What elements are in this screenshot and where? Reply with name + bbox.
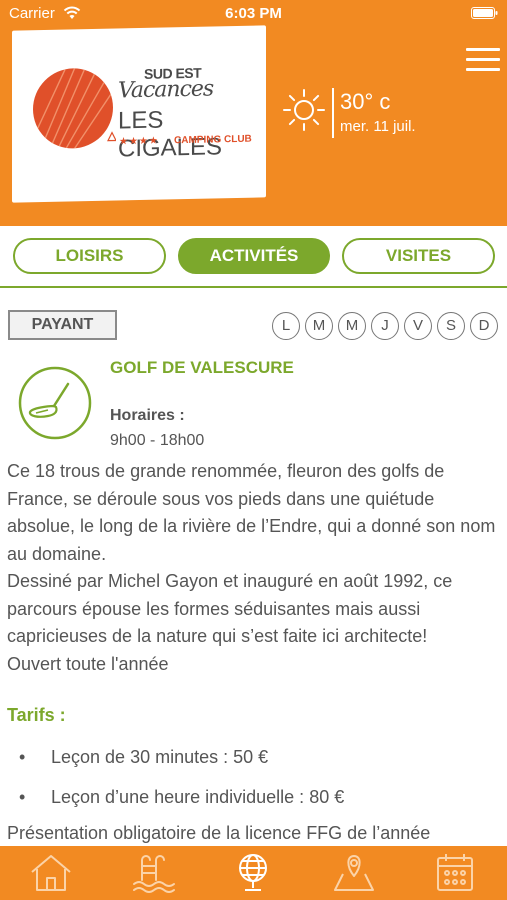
list-item: • Leçon de 30 minutes : 50 € bbox=[19, 747, 269, 767]
day-wednesday: M bbox=[338, 312, 366, 340]
temperature: 30° c bbox=[340, 89, 391, 114]
calendar-icon[interactable] bbox=[432, 850, 478, 896]
price-badge: PAYANT bbox=[8, 310, 117, 340]
day-thursday: J bbox=[371, 312, 399, 340]
camping-logo[interactable]: SUD EST Vacances LES CIGALES ★★★★ CAMPIN… bbox=[12, 25, 266, 203]
day-sunday: D bbox=[470, 312, 498, 340]
hamburger-icon[interactable] bbox=[466, 48, 500, 74]
tab-visites[interactable]: VISITES bbox=[342, 238, 495, 274]
tab-activites[interactable]: ACTIVITÉS bbox=[178, 238, 330, 274]
battery-icon bbox=[471, 7, 498, 19]
footer-note: Présentation obligatoire de la licence F… bbox=[7, 823, 431, 843]
golf-icon bbox=[18, 366, 92, 440]
tabs-divider bbox=[0, 286, 507, 288]
activity-title: GOLF DE VALESCURE bbox=[110, 358, 294, 377]
hours-value: 9h00 - 18h00 bbox=[110, 432, 205, 449]
app-header: SUD EST Vacances LES CIGALES ★★★★ CAMPIN… bbox=[0, 25, 507, 226]
day-tuesday: M bbox=[305, 312, 333, 340]
clock: 6:03 PM bbox=[225, 5, 282, 22]
tarif-text: Leçon de 30 minutes : 50 € bbox=[51, 747, 269, 767]
brand-subtitle: CAMPING CLUB bbox=[174, 133, 252, 147]
home-icon[interactable] bbox=[28, 850, 74, 896]
day-monday: L bbox=[272, 312, 300, 340]
category-tabs: LOISIRS ACTIVITÉS VISITES bbox=[0, 226, 507, 286]
description-text: Ce 18 trous de grande renommée, fleuron … bbox=[7, 461, 496, 674]
activity-description: Ce 18 trous de grande renommée, fleuron … bbox=[7, 458, 502, 678]
weather-divider bbox=[332, 88, 334, 138]
hours-label: Horaires : bbox=[110, 407, 185, 424]
day-friday: V bbox=[404, 312, 432, 340]
status-bar: Carrier 6:03 PM bbox=[0, 0, 507, 26]
weather-date: mer. 11 juil. bbox=[340, 118, 416, 135]
brand-script: Vacances bbox=[118, 76, 214, 104]
sunset-logo-icon bbox=[33, 67, 116, 150]
tarif-list: • Leçon de 30 minutes : 50 € • Leçon d’une… bbox=[0, 740, 507, 820]
tab-loisirs[interactable]: LOISIRS bbox=[13, 238, 166, 274]
globe-icon[interactable] bbox=[230, 850, 276, 896]
tarifs-label: Tarifs : bbox=[7, 705, 66, 725]
day-saturday: S bbox=[437, 312, 465, 340]
tarif-text: Leçon d’une heure individuelle : 80 € bbox=[51, 787, 345, 807]
bottom-nav bbox=[0, 846, 507, 900]
rating-stars: ★★★★ bbox=[119, 135, 159, 148]
map-icon[interactable] bbox=[331, 850, 377, 896]
pool-icon[interactable] bbox=[130, 850, 176, 896]
sun-icon bbox=[283, 89, 325, 131]
list-item: • Leçon d’une heure individuelle : 80 € bbox=[19, 787, 345, 807]
